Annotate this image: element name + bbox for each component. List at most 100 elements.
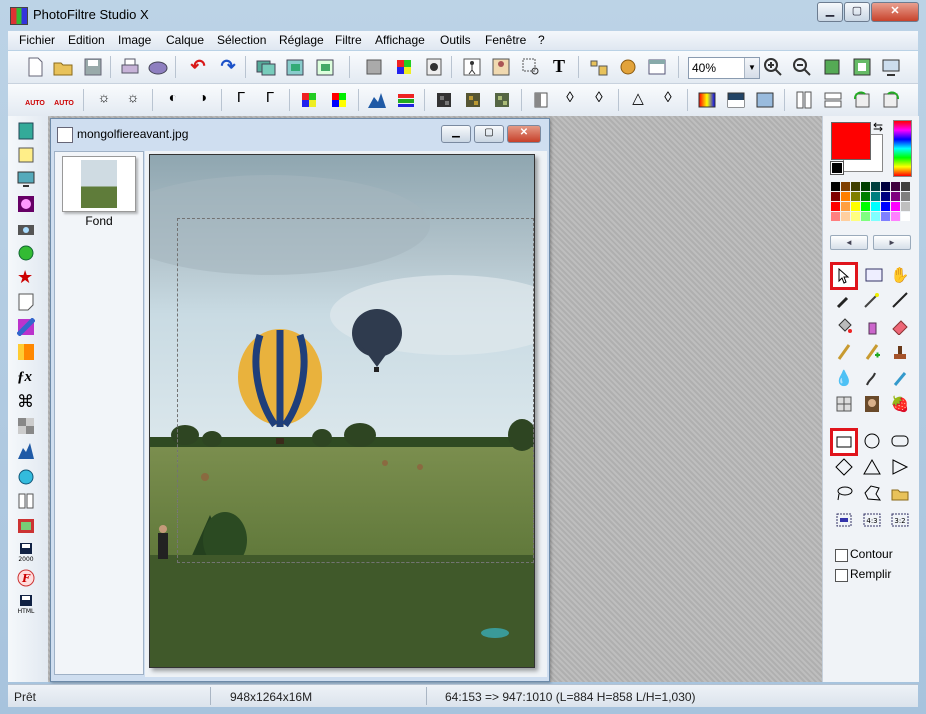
right-triangle-shape-icon[interactable] [889,456,911,478]
rotate-left-icon[interactable] [851,89,873,111]
palette-prev-button[interactable]: ◄ [830,235,868,250]
magic-wand-icon[interactable] [861,289,883,311]
palette-swatch[interactable] [891,202,900,211]
menu-outils[interactable]: Outils [440,33,471,47]
zoom-in-icon[interactable] [762,56,784,78]
menu-fichier[interactable]: Fichier [19,33,55,47]
palette-swatch[interactable] [901,182,910,191]
globe-icon[interactable] [17,468,35,486]
smudge-icon[interactable] [861,367,883,389]
palette-swatch[interactable] [901,212,910,221]
blur-drop-tool-icon[interactable]: 💧 [833,367,855,389]
filmstrip-icon[interactable] [17,146,35,164]
color-palette[interactable] [831,182,911,221]
palette-swatch[interactable] [861,212,870,221]
palette-swatch[interactable] [841,192,850,201]
menu-help[interactable]: ? [538,33,545,47]
save-disk-icon[interactable] [82,56,104,78]
contour-checkbox[interactable] [835,549,848,562]
palette-swatch[interactable] [871,182,880,191]
new-file-icon[interactable] [24,56,46,78]
rectangle-shape-icon[interactable] [830,428,858,456]
noise-icon[interactable]: △ [627,89,649,111]
explorer-icon[interactable] [588,56,610,78]
palette-swatch[interactable] [901,202,910,211]
menu-fenetre[interactable]: Fenêtre [485,33,526,47]
strawberry-icon[interactable]: 🍓 [889,393,911,415]
saturation-down-icon[interactable] [298,89,320,111]
magic-selection-icon[interactable] [863,264,885,286]
mosaic-icon[interactable] [17,417,35,435]
blur-drop-icon[interactable]: ◊ [559,89,581,111]
gamma-up-icon[interactable]: Γ [259,89,281,111]
lasso-icon[interactable] [833,482,855,504]
portrait-icon[interactable] [861,393,883,415]
save-html-icon[interactable]: HTML [17,594,35,615]
palette-swatch[interactable] [841,182,850,191]
monitor-icon[interactable] [17,170,35,188]
person-icon[interactable] [490,56,512,78]
polygon-lasso-icon[interactable] [861,482,883,504]
selection-fit-icon[interactable] [833,509,855,531]
texture-icon[interactable] [754,89,776,111]
undo-icon[interactable]: ↶ [187,56,209,78]
menu-calque[interactable]: Calque [166,33,204,47]
automation-icon[interactable] [423,56,445,78]
paste-layer-icon[interactable] [314,56,336,78]
canvas-area[interactable] [145,151,547,677]
palette-swatch[interactable] [891,192,900,201]
filter-sepia-icon[interactable] [462,89,484,111]
gradient-purple-icon[interactable] [16,317,36,337]
rounded-rect-shape-icon[interactable] [889,430,911,452]
foreground-color-swatch[interactable] [831,122,871,160]
palette-swatch[interactable] [841,212,850,221]
actual-size-icon[interactable] [851,56,873,78]
palette-swatch[interactable] [881,202,890,211]
palette-swatch[interactable] [851,202,860,211]
contrast-up-icon[interactable]: ◑ [192,89,214,111]
gradient-orange-icon[interactable] [17,343,35,361]
gradient-filter-icon[interactable] [696,89,718,111]
maximize-button[interactable]: ▢ [844,2,870,22]
color-balance-icon[interactable] [395,89,417,111]
save-2000-icon[interactable]: 2000 [17,542,35,563]
doc-minimize-button[interactable]: ▁ [441,125,471,143]
paint-bucket-icon[interactable] [833,315,855,337]
auto-levels-icon[interactable]: AUTO [53,89,75,111]
zoom-select[interactable]: 40% ▼ [688,57,760,79]
palette-next-button[interactable]: ► [873,235,911,250]
brightness-up-icon[interactable]: ☼ [122,89,144,111]
ratio-4-3-icon[interactable]: 4:3 [861,509,883,531]
hand-icon[interactable]: ✋ [889,264,911,286]
menu-filtre[interactable]: Filtre [335,33,362,47]
palette-swatch[interactable] [831,192,840,201]
eraser-icon[interactable] [889,315,911,337]
menu-affichage[interactable]: Affichage [375,33,425,47]
camera-icon[interactable] [17,220,35,238]
photo-canvas[interactable] [149,154,535,668]
ellipse-shape-icon[interactable] [861,430,883,452]
doc-close-button[interactable]: ✕ [507,125,541,143]
palette-swatch[interactable] [881,212,890,221]
flip-icon[interactable] [822,89,844,111]
paste-image-icon[interactable] [284,56,306,78]
selection-tool-icon[interactable] [830,262,858,290]
open-folder-icon[interactable] [52,56,74,78]
menu-edition[interactable]: Edition [68,33,105,47]
grayscale-icon[interactable] [363,56,385,78]
advanced-brush-icon[interactable] [861,341,883,363]
menu-image[interactable]: Image [118,33,151,47]
menu-reglage[interactable]: Réglage [279,33,324,47]
spray-icon[interactable] [861,315,883,337]
palette-swatch[interactable] [851,192,860,201]
layer-thumbnail[interactable] [62,156,136,212]
fullscreen-icon[interactable] [880,56,902,78]
text-tool-icon[interactable]: T [548,56,570,78]
filter-dark-icon[interactable] [433,89,455,111]
selection-marquee[interactable] [177,218,534,563]
mirror-icon[interactable] [793,89,815,111]
palette-swatch[interactable] [831,182,840,191]
palette-swatch[interactable] [871,202,880,211]
swap-colors-icon[interactable]: ⇆ [873,120,883,134]
sphere-icon[interactable] [17,244,35,262]
